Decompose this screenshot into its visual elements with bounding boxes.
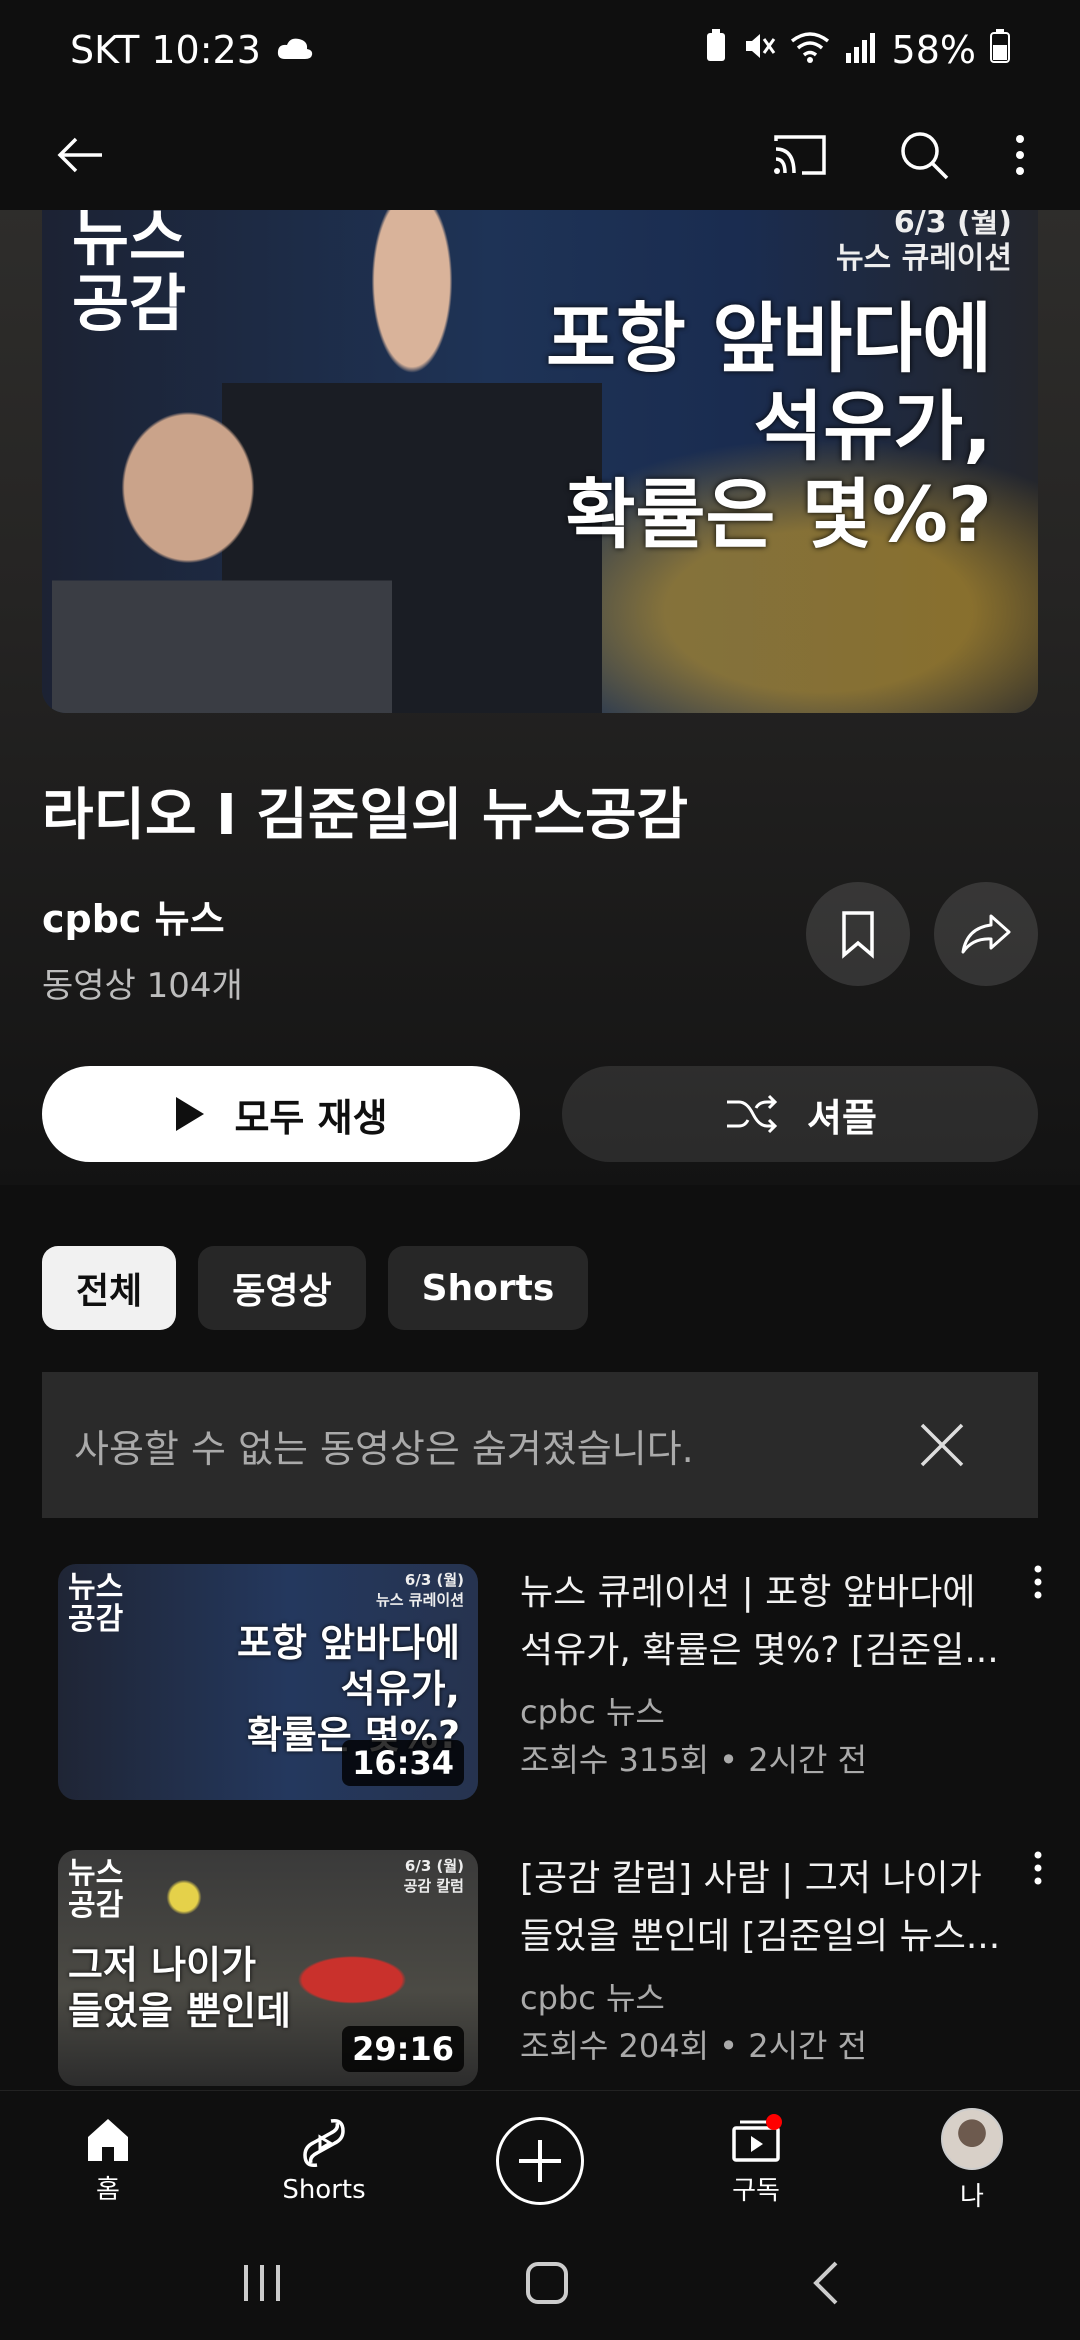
more-vertical-icon <box>1016 135 1024 175</box>
save-playlist-button[interactable] <box>806 882 910 986</box>
system-navigation-bar <box>0 2230 1080 2340</box>
chevron-left-icon <box>812 2261 838 2305</box>
thumb-show-logo: 뉴스 공감 <box>68 1570 124 1637</box>
back-system-button[interactable] <box>810 2261 840 2309</box>
video-channel: cpbc 뉴스 <box>520 1979 665 2017</box>
hero-show-logo: 뉴스 공감 <box>72 205 187 340</box>
video-more-button[interactable] <box>1018 1850 1058 1910</box>
playlist-channel[interactable]: cpbc 뉴스 <box>42 888 225 943</box>
battery-saver-icon <box>704 28 728 72</box>
video-duration: 16:34 <box>342 1740 464 1786</box>
cloud-icon <box>275 28 315 72</box>
video-more-button[interactable] <box>1018 1564 1058 1624</box>
plus-icon <box>519 2139 561 2182</box>
cast-button[interactable] <box>760 115 840 195</box>
video-stats: 조회수 315회 • 2시간 전 <box>520 1741 868 1779</box>
hero-headline: 포항 앞바다에 석유가, 확률은 몇%? <box>546 294 992 559</box>
hero-host-figure <box>52 410 392 713</box>
nav-shorts[interactable]: Shorts <box>216 2091 432 2230</box>
video-thumbnail[interactable]: 뉴스 공감 6/3 (월) 공감 칼럼 그저 나이가 들었을 뿐인데 29:16 <box>58 1850 478 2086</box>
play-all-label: 모두 재생 <box>234 1095 388 1140</box>
subscriptions-icon <box>732 2114 782 2162</box>
share-icon <box>961 914 1011 954</box>
chip-all[interactable]: 전체 <box>42 1246 177 1330</box>
battery-icon <box>990 28 1010 72</box>
nav-me[interactable]: 나 <box>864 2091 1080 2230</box>
search-button[interactable] <box>884 115 964 195</box>
more-vertical-icon <box>1034 1565 1042 1599</box>
play-all-button[interactable]: 모두 재생 <box>42 1066 520 1162</box>
home-icon <box>88 2119 128 2161</box>
home-system-button[interactable] <box>525 2261 569 2309</box>
video-channel: cpbc 뉴스 <box>520 1693 665 1731</box>
chip-shorts[interactable]: Shorts <box>387 1246 589 1330</box>
nav-home-label: 홈 <box>96 2175 120 2205</box>
recent-apps-icon <box>244 2265 281 2301</box>
chip-videos[interactable]: 동영상 <box>198 1246 366 1330</box>
status-time: SKT 10:23 <box>70 28 261 72</box>
recent-apps-button[interactable] <box>240 2263 284 2307</box>
wifi-icon <box>790 28 830 72</box>
thumb-headline: 포항 앞바다에 석유가, 확률은 몇%? <box>237 1621 460 1757</box>
back-button[interactable] <box>40 115 120 195</box>
shuffle-button[interactable]: 셔플 <box>562 1066 1038 1162</box>
filter-chips: 전체 동영상 Shorts <box>42 1246 589 1330</box>
shorts-icon <box>303 2118 345 2167</box>
top-app-bar <box>0 100 1080 210</box>
create-button[interactable] <box>496 2116 584 2205</box>
nav-create[interactable] <box>432 2091 648 2230</box>
playlist-title: 라디오 I 김준일의 뉴스공감 <box>42 783 689 848</box>
hero-date-tag: 6/3 (월) 뉴스 큐레이션 <box>835 205 1012 276</box>
thumb-show-logo: 뉴스 공감 <box>68 1856 124 1923</box>
more-options-button[interactable] <box>1000 115 1040 195</box>
nav-me-label: 나 <box>960 2182 984 2212</box>
nav-subscriptions[interactable]: 구독 <box>648 2091 864 2230</box>
arrow-left-icon <box>57 137 102 173</box>
search-icon <box>901 132 949 180</box>
playlist-video-item[interactable]: 뉴스 공감 6/3 (월) 뉴스 큐레이션 포항 앞바다에 석유가, 확률은 몇… <box>58 1564 1058 1800</box>
play-icon <box>176 1097 205 1131</box>
video-metadata[interactable]: [공감 칼럼] 사람 | 그저 나이가 들었을 뿐인데 [김준일의 뉴스... … <box>520 1850 1010 2072</box>
battery-percent: 58% <box>891 28 976 72</box>
shuffle-label: 셔플 <box>807 1095 877 1140</box>
video-thumbnail[interactable]: 뉴스 공감 6/3 (월) 뉴스 큐레이션 포항 앞바다에 석유가, 확률은 몇… <box>58 1564 478 1800</box>
thumb-headline: 그저 나이가 들었을 뿐인데 <box>68 1943 291 2033</box>
nav-subscriptions-label: 구독 <box>732 2176 780 2206</box>
avatar <box>941 2108 1003 2170</box>
nav-shorts-label: Shorts <box>282 2174 366 2205</box>
share-button[interactable] <box>934 882 1038 986</box>
playlist-video-count: 동영상 104개 <box>42 966 243 1006</box>
dismiss-notice-button[interactable] <box>902 1405 982 1485</box>
playlist-hero-thumbnail[interactable]: 뉴스 공감 6/3 (월) 뉴스 큐레이션 포항 앞바다에 석유가, 확률은 몇… <box>42 205 1038 713</box>
home-square-icon <box>525 2262 568 2304</box>
close-icon <box>920 1423 964 1467</box>
notice-text: 사용할 수 없는 동영상은 숨겨졌습니다. <box>74 1426 694 1471</box>
shuffle-icon <box>727 1094 778 1134</box>
video-metadata[interactable]: 뉴스 큐레이션 | 포항 앞바다에 석유가, 확률은 몇%? [김준일... c… <box>520 1564 1010 1786</box>
cast-icon <box>774 135 826 175</box>
video-stats: 조회수 204회 • 2시간 전 <box>520 2027 868 2065</box>
bookmark-icon <box>842 911 874 959</box>
nav-home[interactable]: 홈 <box>0 2091 216 2230</box>
status-bar: SKT 10:23 58% <box>0 0 1080 100</box>
mute-icon <box>742 28 776 72</box>
video-title[interactable]: [공감 칼럼] 사람 | 그저 나이가 들었을 뿐인데 [김준일의 뉴스... <box>520 1850 1010 1966</box>
thumb-date-tag: 6/3 (월) 뉴스 큐레이션 <box>375 1571 464 1609</box>
video-duration: 29:16 <box>342 2026 464 2072</box>
bottom-navigation: 홈 Shorts 구독 나 <box>0 2090 1080 2230</box>
signal-icon <box>844 28 878 72</box>
playlist-video-item[interactable]: 뉴스 공감 6/3 (월) 공감 칼럼 그저 나이가 들었을 뿐인데 29:16… <box>58 1850 1058 2086</box>
hidden-videos-notice: 사용할 수 없는 동영상은 숨겨졌습니다. <box>42 1372 1038 1518</box>
video-title[interactable]: 뉴스 큐레이션 | 포항 앞바다에 석유가, 확률은 몇%? [김준일... <box>520 1564 1010 1680</box>
more-vertical-icon <box>1034 1851 1042 1885</box>
thumb-date-tag: 6/3 (월) 공감 칼럼 <box>403 1857 464 1895</box>
